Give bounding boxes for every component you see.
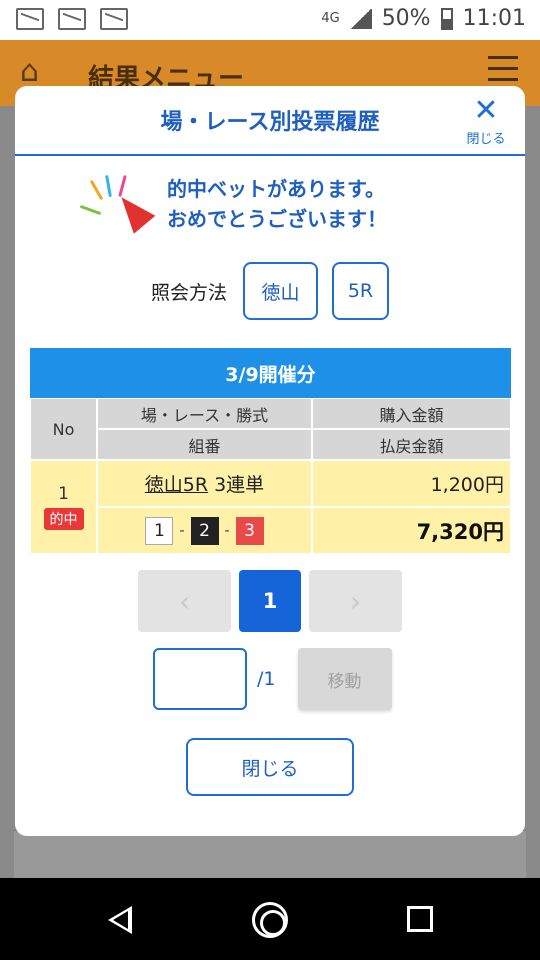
header-race-type: 場・レース・勝式 (97, 398, 312, 429)
date-header: 3/9開催分 (30, 348, 511, 398)
bet-history-modal: 場・レース別投票履歴 ✕ 閉じる 的中ベットがあります。 おめでとうございます！… (15, 86, 525, 836)
modal-header: 場・レース別投票履歴 ✕ 閉じる (15, 86, 525, 156)
network-label: 4G (321, 11, 340, 26)
home-icon[interactable]: ⌂ (20, 54, 39, 89)
congrats-line-2: おめでとうございます！ (167, 207, 387, 231)
venue-button[interactable]: 徳山 (243, 262, 318, 320)
system-icons: 4G 50% 11:01 (321, 6, 526, 31)
home-circle-icon[interactable] (252, 902, 288, 938)
mail-icon (58, 8, 86, 30)
battery-percent: 50% (381, 6, 431, 31)
close-icon-label: 閉じる (466, 132, 506, 147)
row-number: 1 (58, 484, 69, 504)
current-page-button[interactable]: 1 (239, 570, 301, 632)
purchase-amount: 1,200円 (312, 460, 511, 507)
payout-amount: 7,320円 (312, 507, 511, 554)
recent-apps-icon[interactable] (407, 906, 433, 932)
page-number-input[interactable] (153, 648, 247, 710)
page-total: /1 (257, 668, 276, 690)
status-bar: 4G 50% 11:01 (0, 0, 540, 40)
lookup-method: 照会方法 徳山 5R (15, 262, 525, 320)
menu-icon[interactable] (488, 56, 518, 89)
battery-icon (440, 7, 453, 30)
next-page-button[interactable]: › (309, 570, 402, 632)
boat-number-2: 2 (190, 516, 219, 545)
background-row (14, 830, 526, 878)
header-no: No (30, 398, 97, 460)
modal-close-button[interactable]: ✕ 閉じる (461, 93, 511, 148)
clock: 11:01 (462, 6, 526, 31)
boat-number-1: 1 (145, 516, 174, 545)
boat-number-3: 3 (235, 516, 264, 545)
hit-badge: 的中 (43, 508, 84, 530)
row-number-cell: 1 的中 (30, 460, 97, 554)
modal-title: 場・レース別投票履歴 (160, 110, 380, 135)
prev-page-button[interactable]: ‹ (138, 570, 231, 632)
mail-icon (16, 8, 44, 30)
header-combo: 組番 (97, 429, 312, 460)
congrats-text: 的中ベットがあります。 おめでとうございます！ (167, 174, 387, 234)
signal-icon (349, 8, 372, 29)
move-button[interactable]: 移動 (297, 648, 392, 710)
bet-type: 3連単 (214, 474, 265, 496)
race-link[interactable]: 徳山5R (145, 470, 208, 497)
congrats-line-1: 的中ベットがあります。 (167, 177, 385, 201)
race-button[interactable]: 5R (332, 262, 389, 320)
pagination: ‹ 1 › (15, 570, 525, 632)
race-cell: 徳山5R 3連単 (97, 460, 312, 507)
combo-cell: 1 - 2 - 3 (97, 507, 312, 554)
lookup-label: 照会方法 (150, 281, 227, 304)
table-grid: No 場・レース・勝式 購入金額 組番 払戻金額 1 的中 徳山5R 3連単 1… (30, 398, 511, 554)
notification-icon (100, 8, 128, 30)
congrats-message: 的中ベットがあります。 おめでとうございます！ (79, 174, 387, 234)
close-icon: ✕ (473, 93, 499, 128)
notification-icons (16, 8, 128, 30)
back-icon[interactable] (108, 906, 132, 934)
close-button[interactable]: 閉じる (186, 738, 354, 796)
party-popper-icon (79, 174, 159, 234)
navigation-bar (0, 878, 540, 960)
bet-history-table: 3/9開催分 No 場・レース・勝式 購入金額 組番 払戻金額 1 的中 徳山5… (30, 348, 511, 554)
header-payout: 払戻金額 (312, 429, 511, 460)
page-jump: /1 移動 (153, 648, 392, 710)
header-purchase: 購入金額 (312, 398, 511, 429)
